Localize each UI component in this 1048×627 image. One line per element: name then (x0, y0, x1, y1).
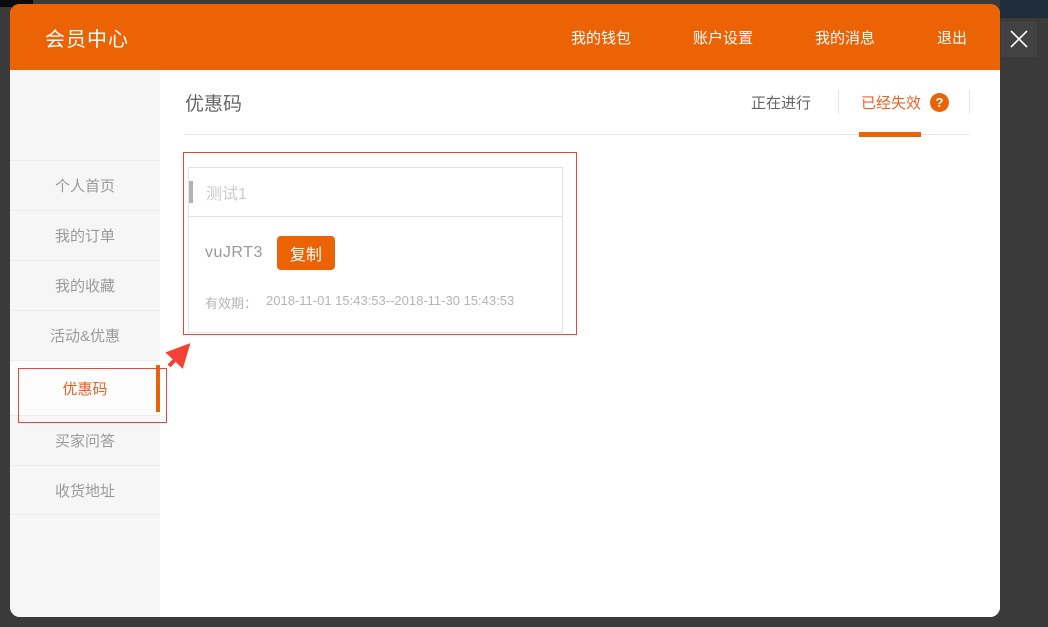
coupon-card-body: vuJRT3 复制 有效期： 2018-11-01 15:43:53--2018… (189, 217, 562, 332)
sidebar: 个人首页 我的订单 我的收藏 活动&优惠 优惠码 买家问答 (10, 70, 160, 617)
question-icon[interactable]: ? (930, 93, 949, 112)
sidebar-item-label: 收货地址 (55, 480, 115, 501)
coupon-card: 测试1 vuJRT3 复制 有效期： 2018-11-01 15:43:53--… (188, 167, 563, 333)
coupon-code: vuJRT3 (205, 244, 263, 262)
nav-logout[interactable]: 退出 (937, 27, 967, 48)
sidebar-item-buyer-qa[interactable]: 买家问答 (10, 415, 160, 465)
sidebar-item-orders[interactable]: 我的订单 (10, 210, 160, 260)
tab-label: 正在进行 (751, 92, 811, 113)
tab-divider (969, 90, 970, 114)
sidebar-item-coupon-code[interactable]: 优惠码 (10, 360, 160, 415)
validity-label: 有效期： (205, 293, 257, 312)
sidebar-item-favorites[interactable]: 我的收藏 (10, 260, 160, 310)
active-tab-underline (859, 132, 921, 137)
status-tabs: 正在进行 已经失效 ? (751, 70, 970, 134)
close-button[interactable] (1001, 21, 1037, 57)
nav-my-wallet[interactable]: 我的钱包 (571, 27, 631, 48)
dialog-title: 会员中心 (45, 23, 129, 52)
nav-account-settings[interactable]: 账户设置 (693, 27, 753, 48)
member-center-dialog: 会员中心 我的钱包 账户设置 我的消息 退出 个人首页 我的订单 我的收藏 (10, 4, 1000, 617)
main-header: 优惠码 正在进行 已经失效 ? (185, 70, 970, 135)
validity-value: 2018-11-01 15:43:53--2018-11-30 15:43:53 (266, 293, 514, 312)
nav-my-messages[interactable]: 我的消息 (815, 27, 875, 48)
sidebar-item-shipping-address[interactable]: 收货地址 (10, 465, 160, 515)
sidebar-item-label: 活动&优惠 (50, 325, 120, 346)
coupon-name-marker (189, 181, 193, 203)
sidebar-item-home[interactable]: 个人首页 (10, 160, 160, 210)
tab-expired[interactable]: 已经失效 ? (839, 70, 969, 134)
main-content: 优惠码 正在进行 已经失效 ? (160, 70, 1000, 617)
coupon-name: 测试1 (206, 180, 247, 204)
coupon-card-header: 测试1 (189, 168, 562, 217)
page-title: 优惠码 (185, 89, 242, 116)
top-nav: 我的钱包 账户设置 我的消息 退出 (509, 27, 967, 48)
tab-ongoing[interactable]: 正在进行 (751, 92, 838, 113)
backdrop-page-fragment-top (1000, 0, 1048, 18)
sidebar-item-label: 我的收藏 (55, 275, 115, 296)
sidebar-spacer (10, 70, 160, 160)
sidebar-item-label: 买家问答 (55, 430, 115, 451)
sidebar-item-label: 优惠码 (62, 378, 107, 399)
tab-label: 已经失效 (861, 92, 921, 113)
sidebar-item-label: 个人首页 (55, 175, 115, 196)
copy-button[interactable]: 复制 (277, 236, 335, 270)
sidebar-item-activities[interactable]: 活动&优惠 (10, 310, 160, 360)
validity-period: 有效期： 2018-11-01 15:43:53--2018-11-30 15:… (205, 293, 546, 312)
sidebar-item-label: 我的订单 (55, 225, 115, 246)
dialog-header: 会员中心 我的钱包 账户设置 我的消息 退出 (10, 4, 1000, 70)
close-icon (1008, 28, 1030, 50)
